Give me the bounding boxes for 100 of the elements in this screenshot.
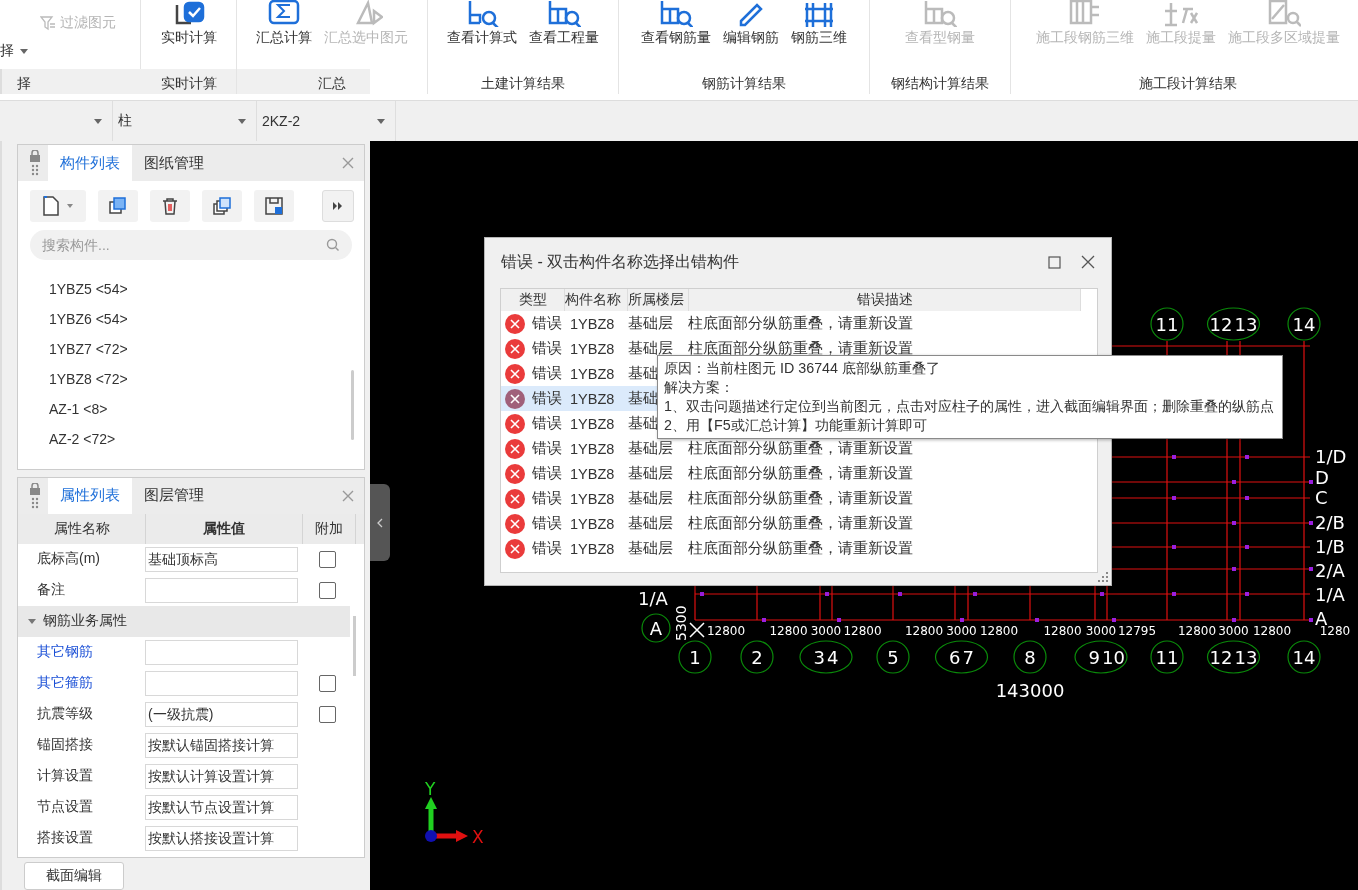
table-cell-text: 基础层	[628, 314, 674, 333]
dimension-text: 12800	[769, 624, 808, 638]
table-cell: 柱底面部分纵筋重叠，请重新设置	[688, 514, 913, 533]
axis-label: Y	[425, 779, 436, 799]
table-cell-text: 错误	[532, 514, 563, 533]
property-name: 其它钢筋	[36, 643, 94, 662]
table-cell-text: 1YBZ8	[570, 390, 616, 407]
table-cell-text: 错误	[532, 364, 563, 383]
column-header: 错误描述	[689, 289, 1081, 311]
axis-bubble: 2	[740, 640, 774, 674]
property-name: 节点设置	[36, 798, 94, 817]
table-cell: 柱底面部分纵筋重叠，请重新设置	[688, 489, 913, 508]
dialog-title: 错误 - 双击构件名称选择出错构件	[501, 251, 740, 272]
axis-bubble: 11	[1150, 640, 1184, 674]
tooltip-line: 解决方案：	[664, 378, 735, 397]
axis-bubble: A	[641, 613, 671, 643]
table-cell-text: 1YBZ8	[570, 315, 616, 332]
axis-bubble: 12 13	[1206, 640, 1261, 674]
table-cell-text: 基础层	[628, 439, 674, 458]
table-cell: 柱底面部分纵筋重叠，请重新设置	[688, 339, 913, 358]
dimension-text: 12795	[1117, 624, 1157, 638]
section-title: 钢筋业务属性	[43, 612, 127, 631]
axis-label: X	[472, 827, 484, 847]
table-cell-text: 错误	[532, 464, 563, 483]
axis-bubble: 8	[1013, 640, 1047, 674]
table-cell-text: 错误	[532, 339, 563, 358]
axis-bubble: 6 7	[934, 640, 989, 674]
table-cell-text: 基础层	[628, 539, 674, 558]
dimension-text: 143000	[995, 680, 1065, 701]
axis-label: D	[1315, 467, 1329, 488]
column-header: 附加	[303, 513, 356, 544]
table-cell-text: 1YBZ8	[570, 540, 616, 557]
dimension-text: 3000	[1218, 624, 1249, 638]
axis-label: 1/A	[638, 588, 668, 609]
tooltip-line: 原因：当前柱图元 ID 36744 底部纵筋重叠了	[664, 359, 941, 378]
table-cell-text: 错误	[532, 439, 563, 458]
dimension-text: 12800	[843, 624, 882, 638]
tooltip-line: 2、用【F5或汇总计算】功能重新计算即可	[664, 416, 928, 435]
property-name: 锚固搭接	[36, 736, 94, 755]
column-header: 属性值	[146, 513, 303, 544]
dimension-text: 12800	[706, 624, 746, 638]
axis-bubble: 9 10	[1074, 640, 1128, 674]
axis-bubble: 5	[876, 640, 910, 674]
table-cell-text: 错误	[532, 389, 563, 408]
group-label: 实时计算	[159, 74, 218, 93]
axis-label: 1/B	[1315, 536, 1345, 557]
table-cell: 柱底面部分纵筋重叠，请重新设置	[688, 539, 913, 558]
table-cell-text: 基础层	[628, 464, 674, 483]
table-cell-text: 1YBZ8	[570, 340, 616, 357]
dimension-text: 12800	[1043, 624, 1082, 638]
property-name: 搭接设置	[36, 829, 94, 848]
property-name: 底标高(m)	[36, 550, 101, 569]
axis-bubble: 1	[678, 640, 712, 674]
tooltip-line: 1、双击问题描述行定位到当前图元，点击对应柱子的属性，进入截面编辑界面；删除重叠的纵筋点	[664, 397, 1274, 416]
axis-label: C	[1315, 487, 1328, 508]
dimension-text: 12800	[1252, 624, 1292, 638]
column-header: 所属楼层	[628, 289, 689, 311]
table-cell-text: 1YBZ8	[570, 415, 616, 432]
table-cell-text: 1YBZ8	[570, 515, 616, 532]
dimension-text: 12800	[1177, 624, 1217, 638]
property-name: 其它箍筋	[36, 674, 94, 693]
dimension-text: 3000	[1085, 624, 1117, 638]
group-label: 汇总	[317, 74, 347, 93]
table-cell: 基础	[628, 364, 658, 383]
table-cell-text: 1YBZ8	[570, 440, 616, 457]
table-cell-text: 1YBZ8	[570, 465, 616, 482]
axis-bubble: 14	[1287, 640, 1321, 674]
dimension-text: 12800	[904, 624, 944, 638]
table-cell: 基础	[628, 389, 658, 408]
axis-label: 1/A	[1315, 584, 1345, 605]
column-header: 属性名称	[18, 513, 146, 544]
dimension-text: 12800	[979, 624, 1019, 638]
property-name: 备注	[36, 581, 66, 600]
table-cell: 柱底面部分纵筋重叠，请重新设置	[688, 464, 913, 483]
table-cell: 基础	[628, 414, 658, 433]
axis-bubble: 12 13	[1206, 307, 1261, 341]
axis-bubble: 3 4	[799, 640, 853, 674]
table-cell-text: 1YBZ8	[570, 365, 616, 382]
property-name: 抗震等级	[36, 705, 94, 724]
table-cell-text: 基础层	[628, 339, 674, 358]
column-header: 构件名称	[565, 289, 628, 311]
dimension-text: 3000	[946, 624, 977, 638]
table-cell-text: 基础层	[628, 489, 674, 508]
dimension-text: 5300	[673, 605, 689, 641]
dimension-text: 1280	[1319, 624, 1351, 638]
group-label: 土建计算结果	[480, 74, 566, 93]
group-label: 钢筋计算结果	[701, 74, 787, 93]
table-cell-text: 基础层	[628, 514, 674, 533]
axis-label: 1/D	[1315, 446, 1347, 467]
axis-bubble: 14	[1287, 307, 1321, 341]
table-cell-text: 错误	[532, 414, 563, 433]
group-label: 钢结构计算结果	[890, 74, 990, 93]
axis-label: 2/B	[1315, 512, 1345, 533]
dimension-text: 3000	[810, 624, 842, 638]
table-cell: 柱底面部分纵筋重叠，请重新设置	[688, 439, 913, 458]
axis-label: 2/A	[1315, 560, 1345, 581]
axis-bubble: 11	[1150, 307, 1184, 341]
property-name: 计算设置	[36, 767, 94, 786]
column-header: 类型	[501, 289, 565, 311]
table-cell: 柱底面部分纵筋重叠，请重新设置	[688, 314, 913, 333]
